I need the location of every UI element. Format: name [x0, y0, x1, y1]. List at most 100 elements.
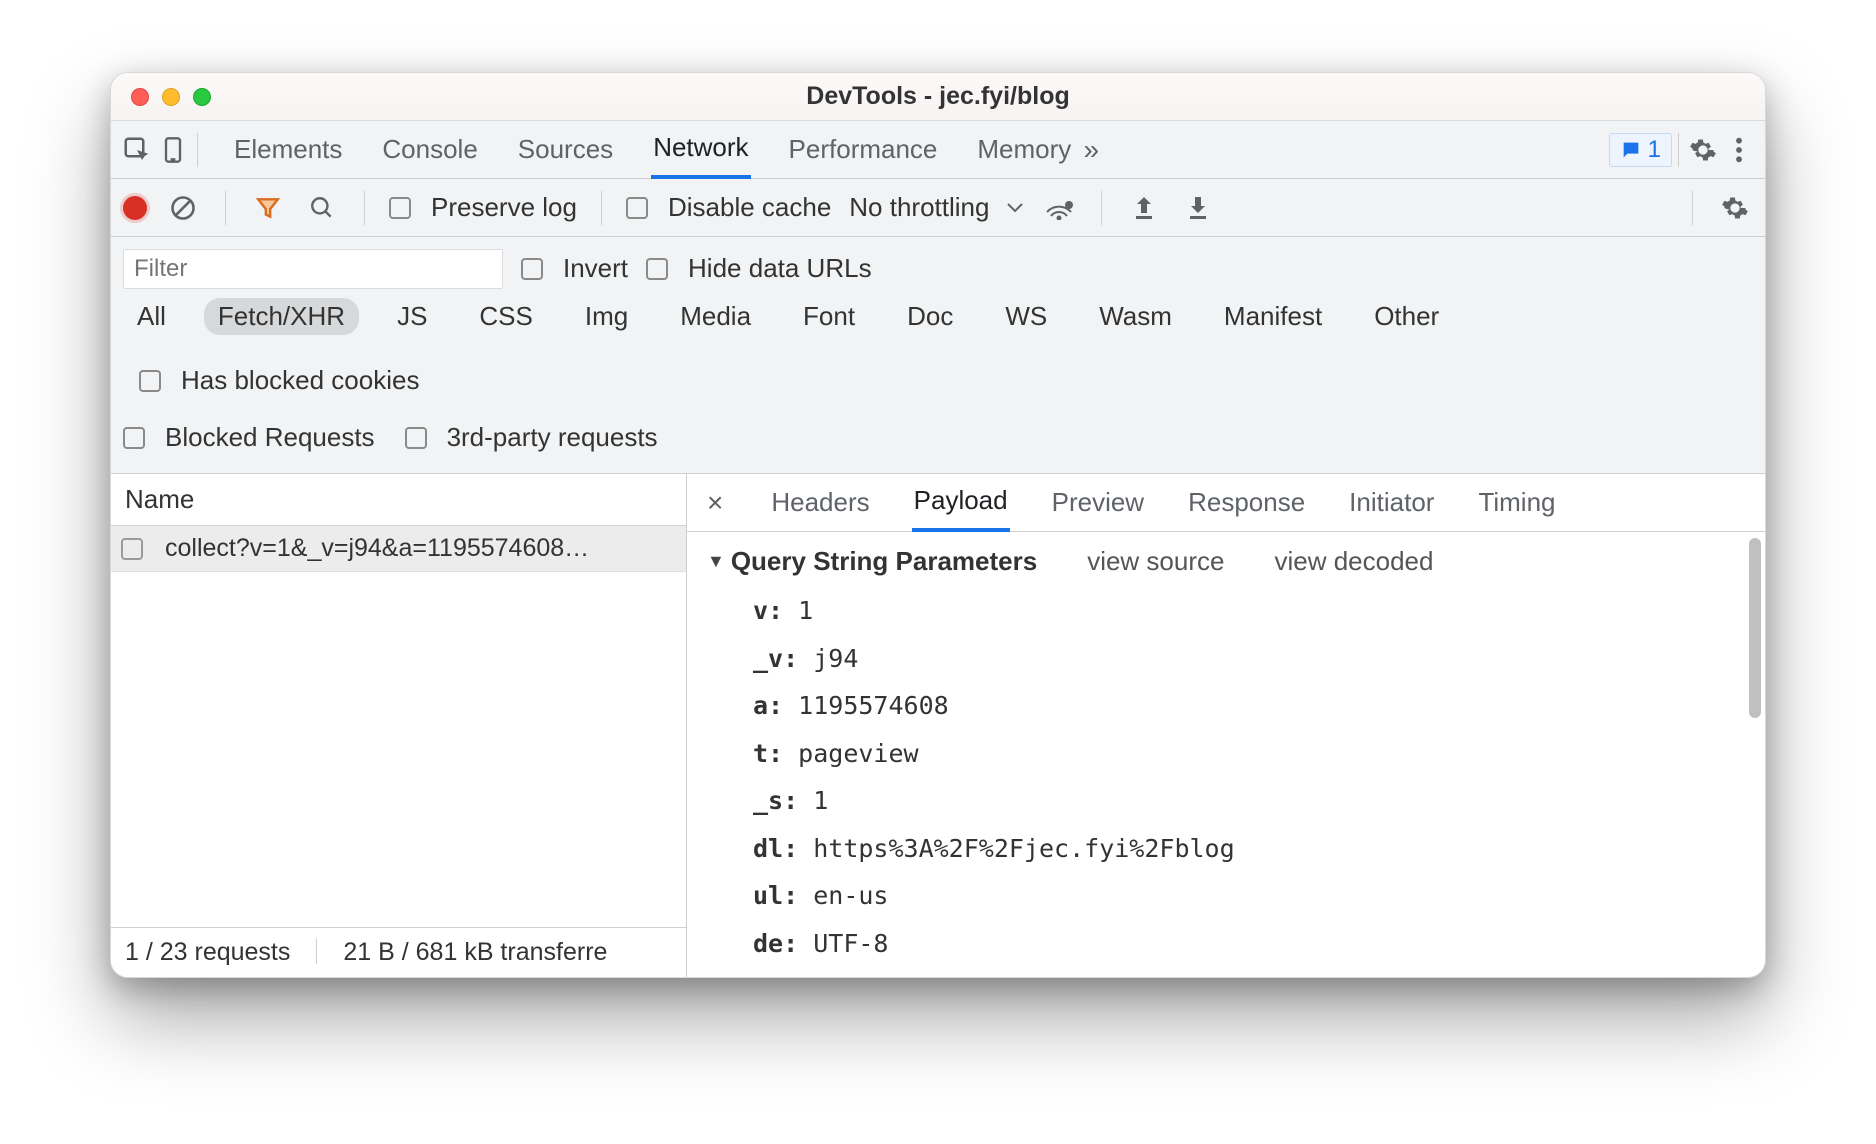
tab-elements[interactable]: Elements	[232, 122, 344, 177]
type-filter-js[interactable]: JS	[383, 298, 441, 335]
throttling-label: No throttling	[849, 192, 989, 223]
type-filter-wasm[interactable]: Wasm	[1085, 298, 1186, 335]
has-blocked-cookies-checkbox[interactable]: Has blocked cookies	[139, 359, 419, 402]
record-button[interactable]	[123, 196, 147, 220]
section-toggle[interactable]: ▼ Query String Parameters	[707, 546, 1037, 577]
detail-tab-preview[interactable]: Preview	[1050, 475, 1146, 530]
view-source-link[interactable]: view source	[1087, 546, 1224, 577]
download-har-icon[interactable]	[1180, 190, 1216, 226]
blocked-requests-label: Blocked Requests	[165, 422, 375, 453]
chevron-down-icon	[1007, 203, 1023, 213]
view-decoded-link[interactable]: view decoded	[1274, 546, 1433, 577]
param-value: j94	[813, 644, 858, 673]
blocked-requests-checkbox[interactable]: Blocked Requests	[123, 416, 375, 459]
more-tabs-button[interactable]: »	[1073, 132, 1109, 168]
issues-count: 1	[1648, 136, 1661, 164]
network-settings-icon[interactable]	[1717, 190, 1753, 226]
query-param-row: a: 1195574608	[753, 682, 1741, 730]
scrollbar[interactable]	[1749, 538, 1761, 718]
request-row[interactable]: collect?v=1&_v=j94&a=1195574608…	[111, 526, 686, 572]
search-icon[interactable]	[304, 190, 340, 226]
hide-data-urls-label: Hide data URLs	[688, 253, 872, 284]
hide-data-urls-checkbox[interactable]: Hide data URLs	[646, 247, 872, 290]
kebab-menu-icon[interactable]	[1721, 132, 1757, 168]
tab-console[interactable]: Console	[380, 122, 479, 177]
tab-memory[interactable]: Memory	[975, 122, 1073, 177]
settings-icon[interactable]	[1685, 132, 1721, 168]
upload-har-icon[interactable]	[1126, 190, 1162, 226]
request-name: collect?v=1&_v=j94&a=1195574608…	[165, 534, 589, 563]
inspect-icon[interactable]	[119, 132, 155, 168]
device-toggle-icon[interactable]	[155, 132, 191, 168]
issues-badge[interactable]: 1	[1609, 133, 1672, 167]
window-title: DevTools - jec.fyi/blog	[111, 82, 1765, 111]
param-key: de:	[753, 929, 798, 958]
type-filter-row: All Fetch/XHR JS CSS Img Media Font Doc WS Wasm Ma…	[111, 292, 1765, 412]
type-filter-media[interactable]: Media	[666, 298, 765, 335]
status-bar: 1 / 23 requests 21 B / 681 kB transferre	[111, 927, 686, 977]
disable-cache-checkbox[interactable]: Disable cache	[626, 186, 831, 229]
tab-performance[interactable]: Performance	[787, 122, 940, 177]
filter-bar: Invert Hide data URLs	[111, 237, 1765, 292]
window-minimize-button[interactable]	[162, 88, 180, 106]
request-detail-pane: × Headers Payload Preview Response Initiator…	[687, 474, 1765, 977]
type-filter-other[interactable]: Other	[1360, 298, 1453, 335]
invert-checkbox[interactable]: Invert	[521, 247, 628, 290]
triangle-down-icon: ▼	[707, 551, 725, 572]
filter-input[interactable]	[123, 249, 503, 289]
param-key: a:	[753, 691, 783, 720]
query-param-row: _v: j94	[753, 635, 1741, 683]
type-filter-img[interactable]: Img	[571, 298, 642, 335]
param-key: ul:	[753, 881, 798, 910]
param-value: 1	[813, 786, 828, 815]
main-tabstrip: Elements Console Sources Network Performance…	[111, 121, 1765, 179]
detail-tab-initiator[interactable]: Initiator	[1347, 475, 1436, 530]
param-value: en-us	[813, 881, 888, 910]
type-filter-fetch-xhr[interactable]: Fetch/XHR	[204, 298, 359, 335]
detail-tab-payload[interactable]: Payload	[912, 473, 1010, 532]
param-key: _v:	[753, 644, 798, 673]
tab-sources[interactable]: Sources	[516, 122, 615, 177]
query-param-row: v: 1	[753, 587, 1741, 635]
network-conditions-icon[interactable]	[1041, 190, 1077, 226]
query-param-row: _s: 1	[753, 777, 1741, 825]
detail-tab-timing[interactable]: Timing	[1476, 475, 1557, 530]
extra-filter-row: Blocked Requests 3rd-party requests	[111, 412, 1765, 474]
clear-icon[interactable]	[165, 190, 201, 226]
type-filter-all[interactable]: All	[123, 298, 180, 335]
type-filter-manifest[interactable]: Manifest	[1210, 298, 1336, 335]
transferred-size: 21 B / 681 kB transferre	[343, 938, 607, 967]
query-param-row: t: pageview	[753, 730, 1741, 778]
tab-network[interactable]: Network	[651, 120, 750, 179]
detail-tab-response[interactable]: Response	[1186, 475, 1307, 530]
window-zoom-button[interactable]	[193, 88, 211, 106]
third-party-checkbox[interactable]: 3rd-party requests	[405, 416, 658, 459]
param-value: UTF-8	[813, 929, 888, 958]
preserve-log-checkbox[interactable]: Preserve log	[389, 186, 577, 229]
param-key: v:	[753, 596, 783, 625]
filter-icon[interactable]	[250, 190, 286, 226]
param-key: _s:	[753, 786, 798, 815]
preserve-log-label: Preserve log	[431, 192, 577, 223]
query-param-row: ul: en-us	[753, 872, 1741, 920]
param-key: t:	[753, 739, 783, 768]
type-filter-font[interactable]: Font	[789, 298, 869, 335]
divider	[1678, 133, 1679, 167]
type-filter-css[interactable]: CSS	[465, 298, 546, 335]
detail-tab-headers[interactable]: Headers	[769, 475, 871, 530]
throttling-select[interactable]: No throttling	[849, 192, 1023, 223]
network-toolbar: Preserve log Disable cache No throttling	[111, 179, 1765, 237]
third-party-label: 3rd-party requests	[447, 422, 658, 453]
type-filter-doc[interactable]: Doc	[893, 298, 967, 335]
param-value: https%3A%2F%2Fjec.fyi%2Fblog	[813, 834, 1234, 863]
divider	[197, 133, 198, 167]
param-key: dl:	[753, 834, 798, 863]
close-detail-button[interactable]: ×	[707, 487, 723, 519]
titlebar: DevTools - jec.fyi/blog	[111, 73, 1765, 121]
window-close-button[interactable]	[131, 88, 149, 106]
type-filter-ws[interactable]: WS	[991, 298, 1061, 335]
has-blocked-cookies-label: Has blocked cookies	[181, 365, 419, 396]
name-column-header[interactable]: Name	[111, 474, 686, 526]
request-row-checkbox[interactable]	[121, 538, 143, 560]
disable-cache-label: Disable cache	[668, 192, 831, 223]
